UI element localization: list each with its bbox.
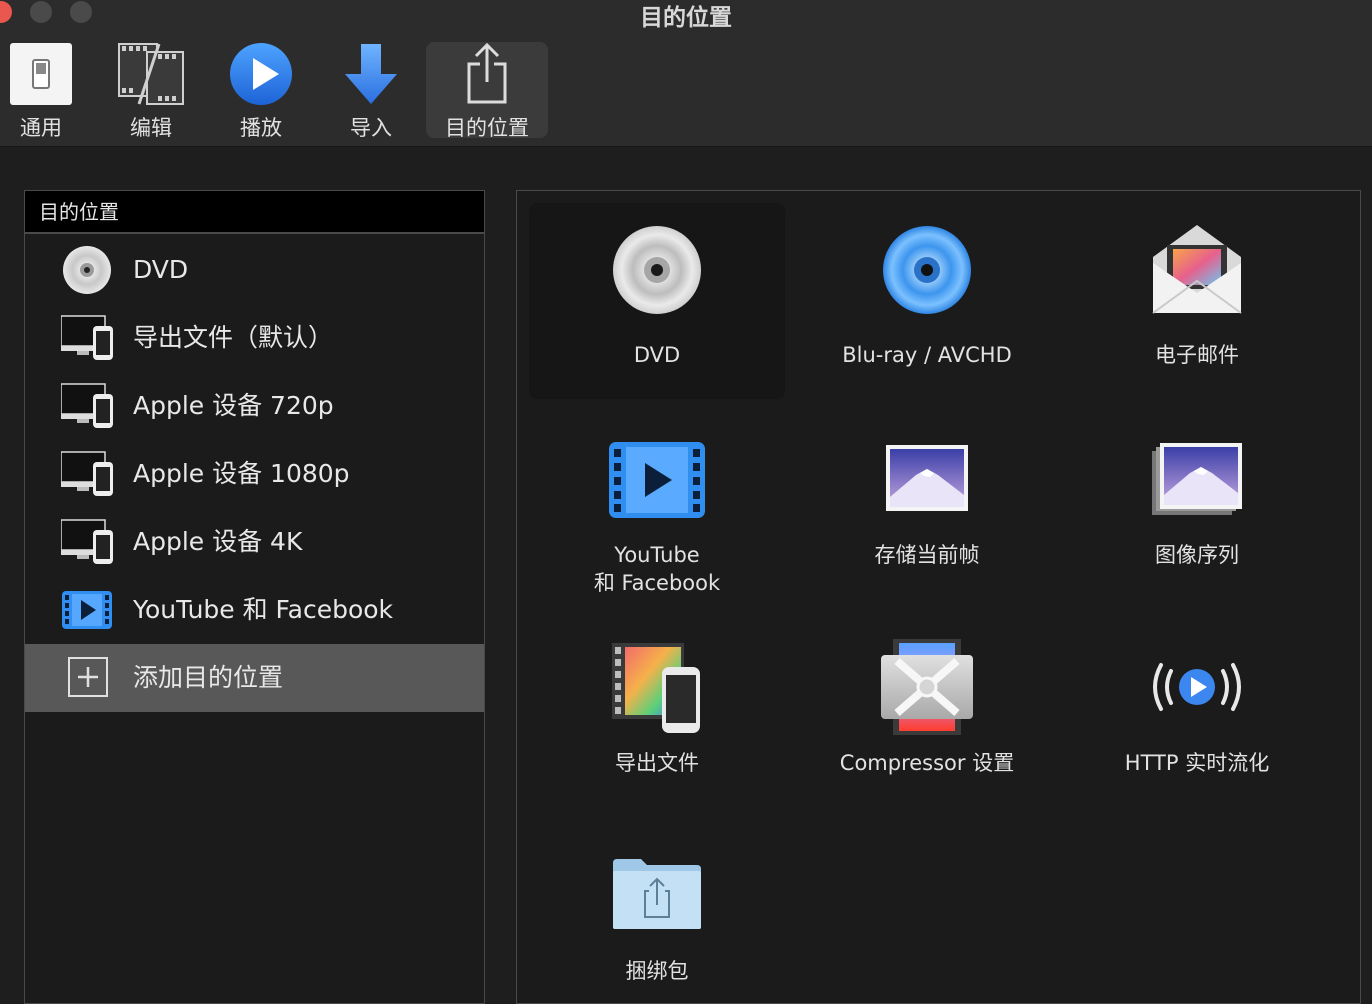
tile-bluray[interactable]: Blu-ray / AVCHD [799,203,1055,399]
tile-dvd[interactable]: DVD [529,203,785,399]
toolbar: 目的位置 通用 编辑 播放 导入 目的位置 [0,0,1372,147]
list-item-apple-720p[interactable]: Apple 设备 720p [25,372,484,440]
toolbar-label: 目的位置 [445,116,529,140]
tile-bundle[interactable]: 捆绑包 [529,839,785,1003]
destination-list: 目的位置 DVD 导出文件（默认） Apple 设备 720p Apple 设备… [24,190,485,1004]
toolbar-edit[interactable]: 编辑 [116,42,186,140]
list-item-label: Apple 设备 1080p [133,459,350,488]
list-item-apple-4k[interactable]: Apple 设备 4K [25,508,484,576]
tile-label: 电子邮件 [1155,343,1239,367]
tile-label: HTTP 实时流化 [1124,751,1270,775]
tile-export-file[interactable]: 导出文件 [529,631,785,827]
compressor-icon [799,631,1055,741]
list-item-add-destination[interactable]: 添加目的位置 [25,644,484,712]
tile-email[interactable]: 电子邮件 [1069,203,1325,399]
video-play-icon [61,586,113,634]
devices-icon [60,450,113,498]
tile-label: 存储当前帧 [874,543,980,567]
tile-label: DVD [633,343,681,367]
email-icon [1069,203,1325,314]
dvd-disc-icon [61,246,113,294]
toolbar-destinations[interactable]: 目的位置 [426,42,548,140]
list-item-apple-1080p[interactable]: Apple 设备 1080p [25,440,484,508]
tile-label: Compressor 设置 [839,751,1015,775]
list-item-label: Apple 设备 4K [133,527,303,556]
share-icon [426,42,548,108]
tile-youtube-facebook[interactable]: YouTube 和 Facebook [529,423,785,619]
devices-icon [60,382,113,430]
toolbar-label: 通用 [20,116,62,140]
toolbar-label: 编辑 [130,116,172,140]
list-item-label: YouTube 和 Facebook [133,595,394,624]
list-item-dvd[interactable]: DVD [25,236,484,304]
toolbar-playback[interactable]: 播放 [228,42,294,140]
destination-grid: DVD Blu-ray / AVCHD 电子邮件 YouTube 和 Faceb… [516,190,1361,1004]
tile-http-live-streaming[interactable]: HTTP 实时流化 [1069,631,1325,827]
tile-label: YouTube 和 Facebook [593,543,721,595]
tile-compressor-settings[interactable]: Compressor 设置 [799,631,1055,827]
toolbar-import[interactable]: 导入 [338,42,404,140]
tile-label: 导出文件 [615,751,699,775]
list-item-label: 导出文件（默认） [133,323,334,352]
image-sequence-icon [1069,423,1325,533]
list-header: 目的位置 [25,191,484,234]
tile-image-sequence[interactable]: 图像序列 [1069,423,1325,619]
tile-label: 图像序列 [1155,543,1239,567]
list-item-label: 添加目的位置 [133,663,284,692]
tile-label: Blu-ray / AVCHD [842,343,1012,367]
bluray-disc-icon [799,203,1055,314]
import-arrow-icon [338,42,404,108]
video-play-icon [529,423,785,533]
photo-icon [799,423,1055,533]
list-item-youtube-facebook[interactable]: YouTube 和 Facebook [25,576,484,644]
switch-icon [8,42,74,108]
list-item-export-file-default[interactable]: 导出文件（默认） [25,304,484,372]
add-icon [61,654,113,702]
tile-label: 捆绑包 [625,959,689,983]
devices-icon [60,314,113,362]
list-item-label: Apple 设备 720p [133,391,334,420]
film-edit-icon [116,42,186,108]
toolbar-label: 播放 [240,116,282,140]
toolbar-label: 导入 [350,116,392,140]
list-item-label: DVD [133,255,189,284]
tile-save-current-frame[interactable]: 存储当前帧 [799,423,1055,619]
bundle-folder-icon [529,839,785,949]
export-file-icon [529,631,785,741]
window-title: 目的位置 [640,5,732,31]
dvd-disc-icon [529,203,785,314]
live-stream-icon [1069,631,1325,741]
play-icon [228,42,294,108]
toolbar-general[interactable]: 通用 [8,42,74,140]
devices-icon [60,518,113,566]
